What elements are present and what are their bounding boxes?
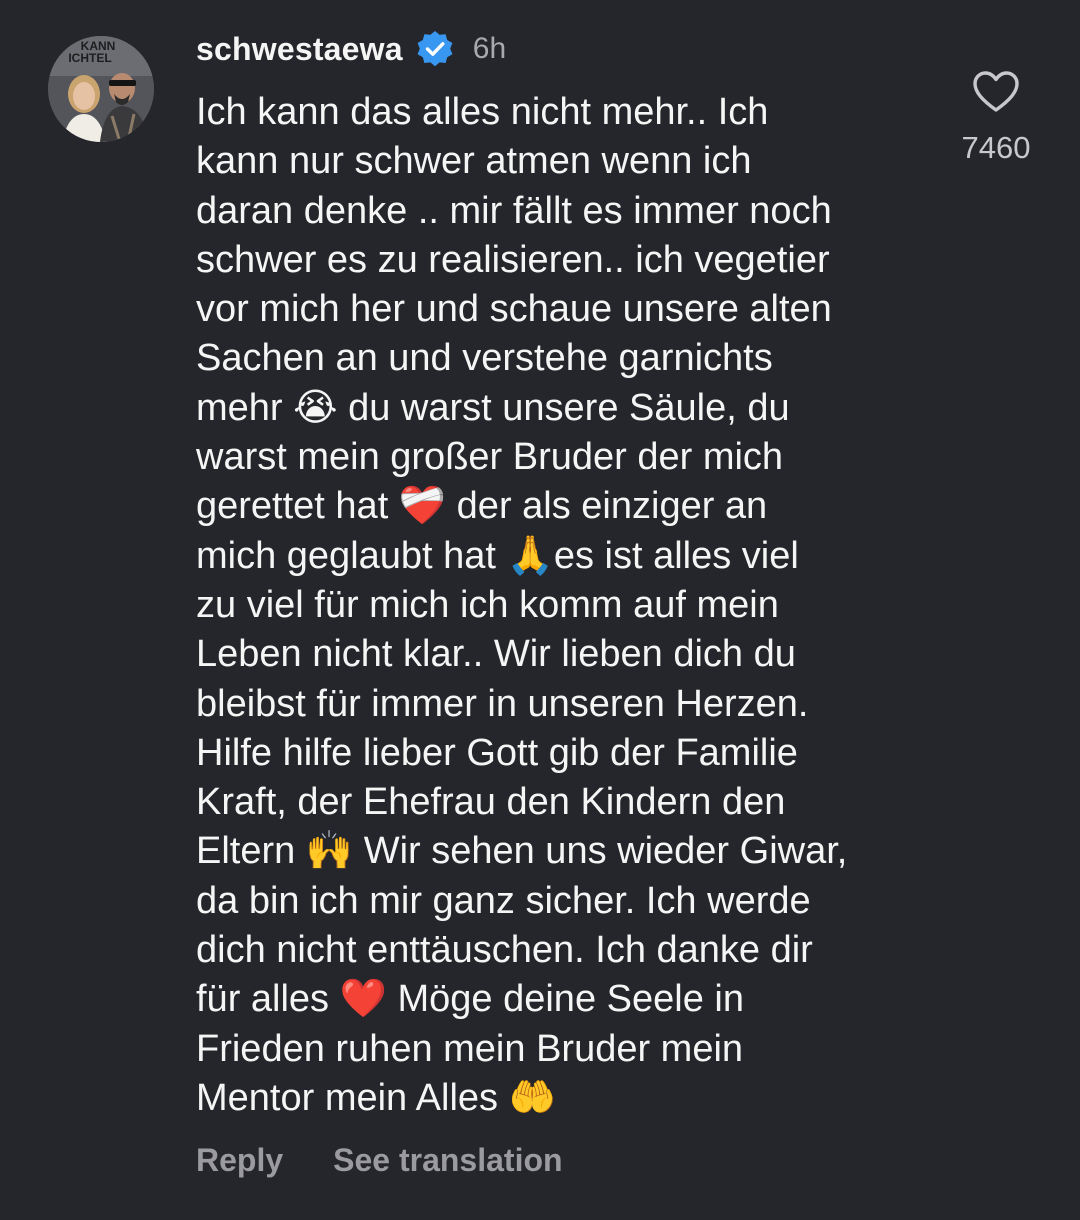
like-count: 7460 [961,130,1031,165]
reply-button[interactable]: Reply [196,1142,283,1179]
like-area: 7460 [950,70,1042,166]
username[interactable]: schwestaewa [196,31,403,68]
see-translation-button[interactable]: See translation [333,1142,562,1179]
timestamp: 6h [472,32,507,65]
comment-header: schwestaewa 6h [196,26,506,72]
verified-badge-icon [415,29,455,69]
heart-outline-icon[interactable] [972,70,1020,114]
comment-text: Ich kann das alles nicht mehr.. Ich kann… [196,91,848,1119]
profile-photo: KANN ICHTEL [48,36,154,142]
comment-actions: Reply See translation [196,1142,563,1179]
svg-text:ICHTEL: ICHTEL [68,51,111,65]
comment: KANN ICHTEL schwestaewa 6h Ich kann das … [0,0,1080,1220]
avatar[interactable]: KANN ICHTEL [48,36,154,142]
